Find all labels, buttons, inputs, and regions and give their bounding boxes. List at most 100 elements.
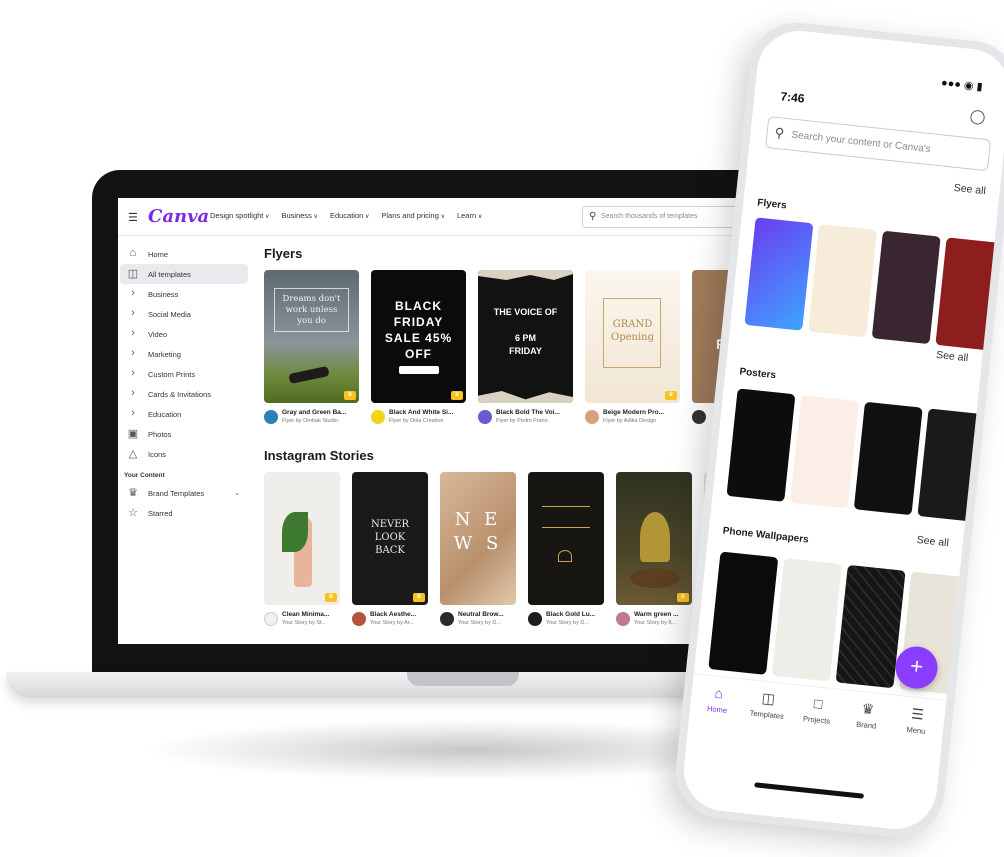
sidebar-item-home[interactable]: ⌂ Home xyxy=(120,244,248,264)
see-all-posters-link[interactable]: See all xyxy=(936,349,969,364)
stories-title: Instagram Stories xyxy=(264,448,374,463)
phone-flyer-card-3[interactable] xyxy=(871,230,941,345)
story-title: Black Gold Lu... xyxy=(546,611,596,618)
story-card-3[interactable]: N E W S xyxy=(440,472,516,605)
sidebar-item-social-media[interactable]: › Social Media xyxy=(120,304,248,324)
phone-search-placeholder: Search your content or Canva's xyxy=(790,129,932,156)
chevron-right-icon: › xyxy=(131,407,135,419)
sidebar-item-starred[interactable]: ☆ Starred xyxy=(120,503,248,523)
nav-design-spotlight[interactable]: Design spotlight xyxy=(210,211,269,220)
flyer-person xyxy=(288,365,330,385)
laptop-screen: ☰ Canva Design spotlight Business Educat… xyxy=(118,198,758,644)
flyer-title: Gray and Green Ba... xyxy=(282,409,347,416)
canva-logo[interactable]: Canva xyxy=(148,206,209,227)
flyer-card-3[interactable]: THE VOICE OF 6 PM FRIDAY xyxy=(478,270,573,403)
chevron-down-icon[interactable]: ⌄ xyxy=(234,489,240,497)
phone-section-flyers: Flyers xyxy=(756,197,788,212)
premium-crown-icon: ♛ xyxy=(325,593,337,602)
sidebar-item-label: Cards & Invitations xyxy=(148,390,211,399)
see-all-flyers-link[interactable]: See all xyxy=(953,182,986,197)
phone-section-wallpapers: Phone Wallpapers xyxy=(722,525,810,546)
see-all-wallpapers-link[interactable]: See all xyxy=(916,534,949,549)
tab-projects[interactable]: □ Projects xyxy=(791,693,844,727)
sidebar-item-label: Home xyxy=(148,250,169,259)
sidebar-item-label: Icons xyxy=(148,450,166,459)
phone-poster-card-2[interactable] xyxy=(790,395,860,509)
avatar xyxy=(616,612,630,626)
avatar xyxy=(692,410,706,424)
chevron-right-icon: › xyxy=(131,367,135,379)
tab-templates[interactable]: ◫ Templates xyxy=(741,688,794,722)
premium-crown-icon: ♛ xyxy=(413,593,425,602)
phone-poster-card-4[interactable] xyxy=(917,408,987,522)
sidebar-item-label: Video xyxy=(148,330,168,339)
sidebar-item-video[interactable]: › Video xyxy=(120,324,248,344)
flyer-meta-1[interactable]: Gray and Green Ba... Flyer by Ombak Stud… xyxy=(264,408,352,432)
sidebar-item-marketing[interactable]: › Marketing xyxy=(120,344,248,364)
story-meta-2[interactable]: Black Aesthe... Your Story by Ar... xyxy=(352,610,428,634)
sidebar-item-business[interactable]: › Business xyxy=(120,284,248,304)
sidebar-item-custom-prints[interactable]: › Custom Prints xyxy=(120,364,248,384)
premium-crown-icon: ♛ xyxy=(665,391,677,400)
sidebar-item-brand-templates[interactable]: ♛ Brand Templates ⌄ xyxy=(120,483,248,503)
phone-search-input[interactable]: ⚲ Search your content or Canva's xyxy=(765,116,992,172)
story-card-1[interactable]: ♛ xyxy=(264,472,340,605)
sidebar-item-label: All templates xyxy=(148,270,191,279)
story-title: Black Aesthe... xyxy=(370,611,417,618)
tab-menu[interactable]: ☰ Menu xyxy=(891,703,944,737)
sidebar: ⌂ Home ◫ All templates › Business › Social M… xyxy=(118,244,250,523)
sidebar-item-icons[interactable]: △ Icons xyxy=(120,444,248,464)
menu-icon[interactable]: ☰ xyxy=(128,211,138,224)
templates-icon: ◫ xyxy=(127,268,139,280)
phone-time: 7:46 xyxy=(779,89,806,106)
flyer-card-2[interactable]: BLACK FRIDAY SALE 45% OFF ♛ xyxy=(371,270,466,403)
chevron-right-icon: › xyxy=(131,387,135,399)
phone-wallpaper-card-1[interactable] xyxy=(708,551,779,675)
nav-business[interactable]: Business xyxy=(281,211,318,220)
phone-flyer-card-4[interactable] xyxy=(935,237,1004,351)
story-card-5[interactable]: ♛ xyxy=(616,472,692,605)
search-placeholder: Search thousands of templates xyxy=(601,213,698,220)
leaf-shape xyxy=(282,512,308,552)
flyer-meta-3[interactable]: Black Bold The Voi... Flyer by Pedro Fra… xyxy=(478,408,566,432)
tab-brand[interactable]: ♛ Brand xyxy=(841,698,894,732)
sidebar-item-all-templates[interactable]: ◫ All templates xyxy=(120,264,248,284)
sidebar-item-education[interactable]: › Education xyxy=(120,404,248,424)
sidebar-item-label: Education xyxy=(148,410,182,419)
premium-crown-icon: ♛ xyxy=(677,593,689,602)
phone-wallpaper-card-2[interactable] xyxy=(771,558,842,682)
sidebar-item-label: Photos xyxy=(148,430,172,439)
nav-education[interactable]: Education xyxy=(330,211,369,220)
search-input[interactable]: ⚲ Search thousands of templates xyxy=(582,206,758,228)
story-meta-4[interactable]: Black Gold Lu... Your Story by D... xyxy=(528,610,604,634)
premium-crown-icon: ♛ xyxy=(451,391,463,400)
avatar xyxy=(440,612,454,626)
nav-plans-pricing[interactable]: Plans and pricing xyxy=(381,211,445,220)
shapes-icon: △ xyxy=(128,448,138,460)
flyer-card-4[interactable]: GRAND Opening ♛ xyxy=(585,270,680,403)
sidebar-item-cards-invitations[interactable]: › Cards & Invitations xyxy=(120,384,248,404)
star-icon: ☆ xyxy=(128,507,138,519)
folder-icon: □ xyxy=(813,695,824,712)
tab-home[interactable]: ⌂ Home xyxy=(692,682,745,716)
story-meta-3[interactable]: Neutral Brow... Your Story by D... xyxy=(440,610,516,634)
sidebar-item-photos[interactable]: ▣ Photos xyxy=(120,424,248,444)
story-card-2[interactable]: NEVER LOOK BACK ♛ xyxy=(352,472,428,605)
avatar xyxy=(352,612,366,626)
flyer-meta-4[interactable]: Beige Modern Pro... Flyer by Adika Desig… xyxy=(585,408,673,432)
flyer-card-1[interactable]: Dreams don't work unless you do ♛ xyxy=(264,270,359,403)
story-meta-1[interactable]: Clean Minima... Your Story by St... xyxy=(264,610,340,634)
phone-flyer-card-2[interactable] xyxy=(808,223,878,338)
story-meta-5[interactable]: Warm green ... Your Story by K... xyxy=(616,610,692,634)
phone-poster-card-3[interactable] xyxy=(853,401,923,516)
search-icon: ⚲ xyxy=(773,124,785,141)
home-icon: ⌂ xyxy=(713,684,724,702)
flyer-meta-2[interactable]: Black And White Si... Flyer by Dola Crea… xyxy=(371,408,459,432)
phone-screen: ●●● ◉ ▮ 7:46 ◯ ⚲ Search your content or … xyxy=(679,26,1004,834)
phone-flyer-card-1[interactable] xyxy=(744,217,814,331)
nav-learn[interactable]: Learn xyxy=(457,211,482,220)
flyer-title: Black Bold The Voi... xyxy=(496,409,560,416)
phone-poster-card-1[interactable] xyxy=(726,388,796,502)
story-card-4[interactable] xyxy=(528,472,604,605)
camera-icon[interactable]: ◯ xyxy=(969,107,986,126)
